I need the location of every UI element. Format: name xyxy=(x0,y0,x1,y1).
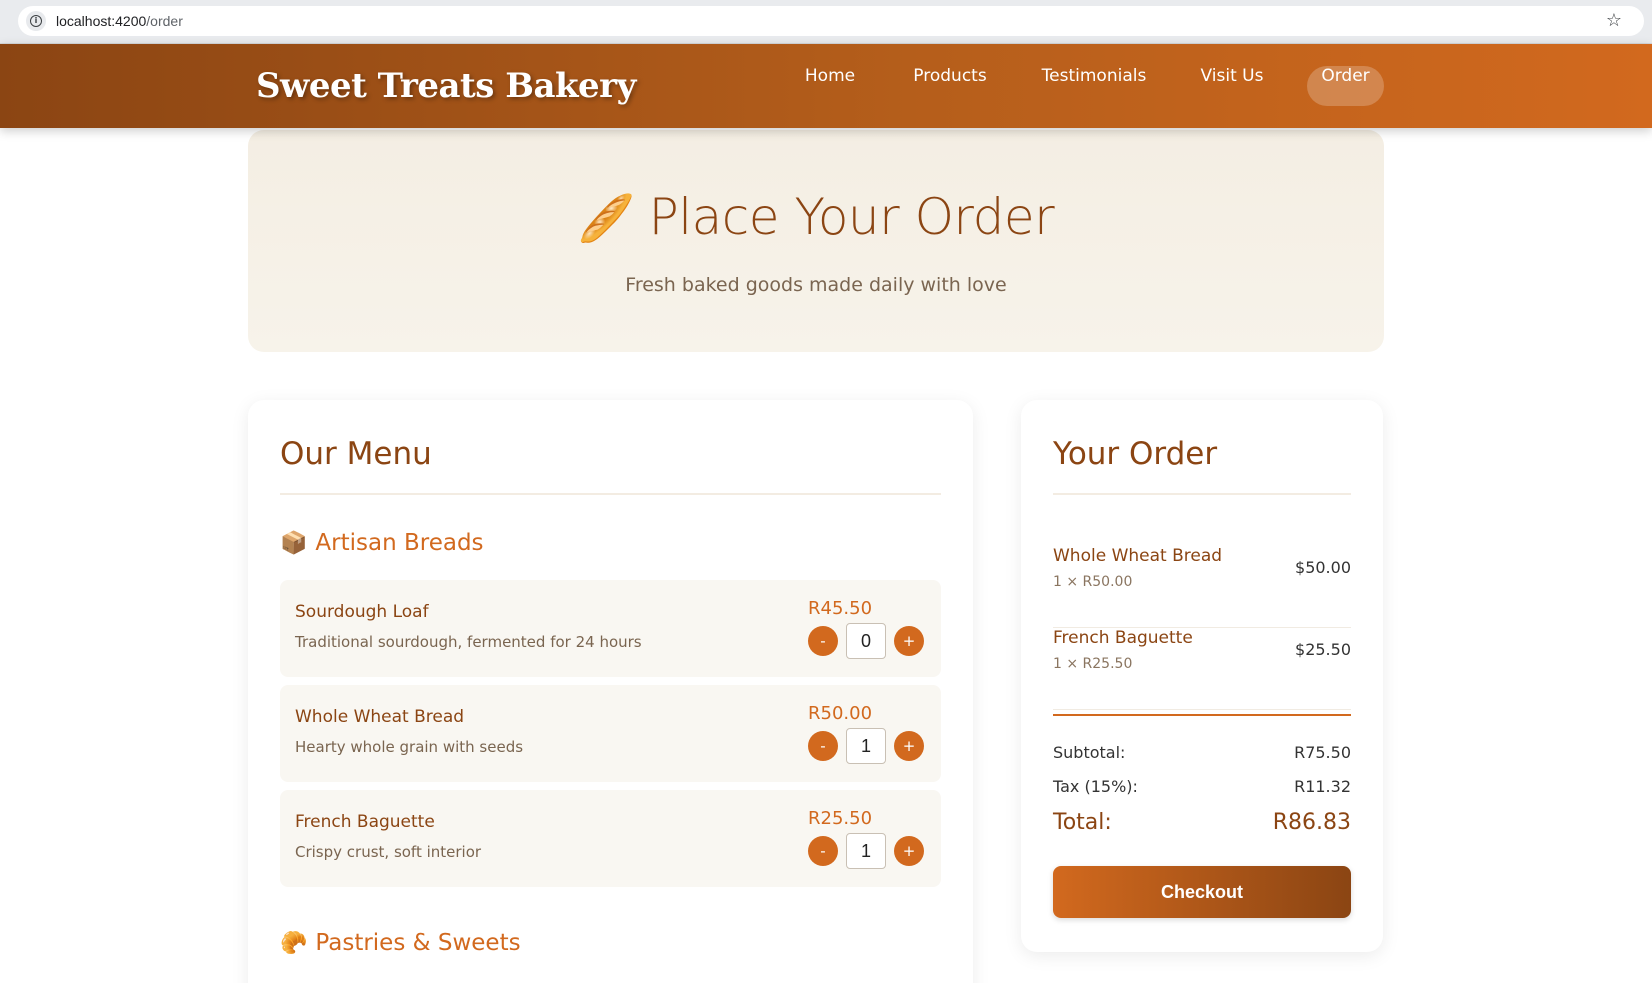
total-label: Total: xyxy=(1053,810,1112,835)
nav-testimonials[interactable]: Testimonials xyxy=(1035,66,1153,106)
menu-card: Our Menu 📦 Artisan Breads Sourdough Loaf … xyxy=(248,400,973,983)
subtotal-value: R75.50 xyxy=(1294,743,1351,762)
order-line-item: Whole Wheat Bread 1 × R50.00 $50.00 xyxy=(1053,546,1351,628)
item-price: R25.50 xyxy=(808,808,873,829)
section-title-text: Pastries & Sweets xyxy=(315,930,521,956)
order-item-total: $50.00 xyxy=(1295,558,1351,577)
info-icon[interactable]: i xyxy=(26,11,46,31)
url-path: /order xyxy=(146,13,183,29)
page-subtitle: Fresh baked goods made daily with love xyxy=(625,274,1007,296)
page-title-text: Place Your Order xyxy=(648,188,1055,246)
order-divider xyxy=(1053,493,1351,495)
order-item-detail: 1 × R50.00 xyxy=(1053,574,1133,590)
main-nav: Home Products Testimonials Visit Us Orde… xyxy=(0,66,1652,106)
decrease-quantity-button[interactable]: - xyxy=(808,836,838,866)
quantity-input[interactable] xyxy=(846,728,886,764)
item-price: R45.50 xyxy=(808,598,873,619)
item-description: Hearty whole grain with seeds xyxy=(295,738,524,756)
order-item-detail: 1 × R25.50 xyxy=(1053,656,1133,672)
site-header: Sweet Treats Bakery Home Products Testim… xyxy=(0,44,1652,128)
address-bar[interactable]: i localhost:4200/order ☆ xyxy=(18,6,1644,36)
browser-toolbar: i localhost:4200/order ☆ xyxy=(0,0,1652,44)
decrease-quantity-button[interactable]: - xyxy=(808,731,838,761)
checkout-button[interactable]: Checkout xyxy=(1053,866,1351,918)
nav-products[interactable]: Products xyxy=(900,66,1000,106)
order-line-item: French Baguette 1 × R25.50 $25.50 xyxy=(1053,628,1351,710)
croissant-icon: 🥐 xyxy=(280,931,308,956)
nav-visit-us[interactable]: Visit Us xyxy=(1190,66,1274,106)
increase-quantity-button[interactable]: + xyxy=(894,836,924,866)
url-text[interactable]: localhost:4200/order xyxy=(56,13,183,29)
section-title-pastries: 🥐 Pastries & Sweets xyxy=(280,930,521,956)
section-title-artisan-breads: 📦 Artisan Breads xyxy=(280,530,484,556)
tax-row: Tax (15%): R11.32 xyxy=(1053,777,1351,801)
item-name: French Baguette xyxy=(295,812,435,832)
subtotal-row: Subtotal: R75.50 xyxy=(1053,743,1351,767)
total-value: R86.83 xyxy=(1272,810,1351,835)
menu-item: Sourdough Loaf Traditional sourdough, fe… xyxy=(280,580,941,677)
total-row: Total: R86.83 xyxy=(1053,810,1351,840)
menu-item: Whole Wheat Bread Hearty whole grain wit… xyxy=(280,685,941,782)
item-description: Crispy crust, soft interior xyxy=(295,843,482,861)
item-name: Sourdough Loaf xyxy=(295,602,429,622)
item-name: Whole Wheat Bread xyxy=(295,707,465,727)
tax-label: Tax (15%): xyxy=(1053,777,1138,796)
menu-item: French Baguette Crispy crust, soft inter… xyxy=(280,790,941,887)
order-item-name: French Baguette xyxy=(1053,628,1193,648)
bread-icon: 🥖 xyxy=(577,191,635,245)
decrease-quantity-button[interactable]: - xyxy=(808,626,838,656)
order-title: Your Order xyxy=(1053,436,1218,472)
item-price: R50.00 xyxy=(808,703,873,724)
order-item-name: Whole Wheat Bread xyxy=(1053,546,1223,566)
nav-order[interactable]: Order xyxy=(1307,66,1384,106)
star-icon[interactable]: ☆ xyxy=(1606,11,1622,31)
quantity-input[interactable] xyxy=(846,833,886,869)
package-icon: 📦 xyxy=(280,531,308,556)
increase-quantity-button[interactable]: + xyxy=(894,731,924,761)
order-item-total: $25.50 xyxy=(1295,640,1351,659)
increase-quantity-button[interactable]: + xyxy=(894,626,924,656)
menu-divider xyxy=(280,493,941,495)
summary-divider xyxy=(1053,714,1351,716)
tax-value: R11.32 xyxy=(1294,777,1351,796)
nav-home[interactable]: Home xyxy=(790,66,870,106)
section-title-text: Artisan Breads xyxy=(315,530,484,556)
url-host: localhost:4200 xyxy=(56,13,147,29)
page-title: 🥖 Place Your Order xyxy=(248,188,1384,246)
quantity-input[interactable] xyxy=(846,623,886,659)
menu-title: Our Menu xyxy=(280,436,432,472)
item-description: Traditional sourdough, fermented for 24 … xyxy=(295,633,642,651)
hero-banner: 🥖 Place Your Order Fresh baked goods made… xyxy=(248,130,1384,352)
subtotal-label: Subtotal: xyxy=(1053,743,1126,762)
order-summary-card: Your Order Whole Wheat Bread 1 × R50.00 … xyxy=(1021,400,1383,952)
